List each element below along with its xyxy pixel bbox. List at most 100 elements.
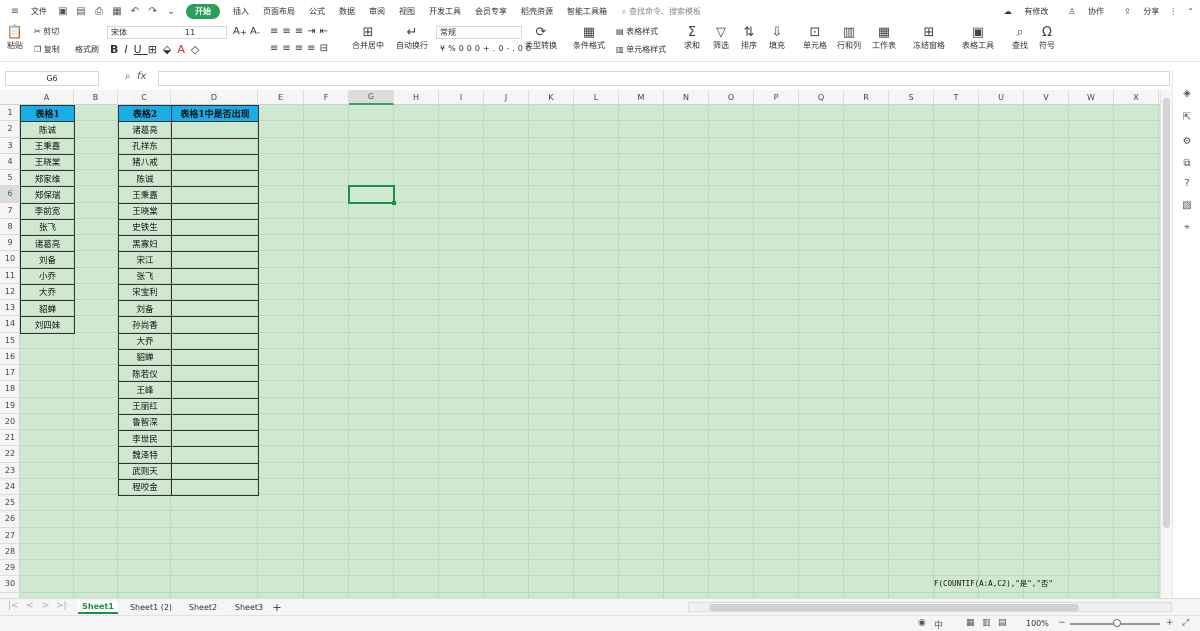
location-icon[interactable]: ⌖ <box>1180 220 1194 234</box>
font-size-select[interactable]: 11 <box>182 26 227 39</box>
fill-color-icon[interactable]: ⬙ <box>163 43 177 56</box>
align-bottom-icon[interactable]: ≡ <box>295 26 307 37</box>
input-method-icon[interactable]: 中 <box>934 618 943 631</box>
row-header[interactable]: 21 <box>0 430 20 447</box>
add-sheet-icon[interactable]: + <box>270 601 284 614</box>
table2-cell[interactable]: 猪八戒 <box>118 153 172 171</box>
print-preview-icon[interactable]: ▦ <box>110 4 124 18</box>
next-sheet-icon[interactable]: > <box>42 601 50 611</box>
align-left-icon[interactable]: ≡ <box>270 43 282 54</box>
row-header[interactable]: 28 <box>0 544 20 560</box>
tab-start[interactable]: 开始 <box>186 3 220 19</box>
table1-header-cell[interactable]: 表格1 <box>20 105 75 123</box>
active-cell[interactable] <box>348 185 396 205</box>
collapse-icon[interactable]: ⌃ <box>1187 7 1194 16</box>
number-format-group[interactable]: ¥ % 000 +.0 -.00 <box>440 44 534 53</box>
image-icon[interactable]: ▧ <box>1180 198 1194 212</box>
eye-icon[interactable]: ◉ <box>918 618 926 628</box>
table1-cell[interactable]: 王晓棠 <box>20 153 75 171</box>
bold-icon[interactable]: B <box>110 43 124 56</box>
tab-smart-tools[interactable]: 智能工具箱 <box>560 6 614 17</box>
appears-result-cell[interactable] <box>171 121 259 139</box>
column-header[interactable]: F <box>304 90 349 105</box>
table1-cell[interactable]: 刘四妹 <box>20 316 75 334</box>
column-header[interactable]: Q <box>799 90 844 105</box>
row-header[interactable]: 27 <box>0 528 20 544</box>
appears-result-cell[interactable] <box>171 137 259 155</box>
table2-header-cell[interactable]: 表格2 <box>118 105 172 123</box>
redo-icon[interactable]: ↷ <box>146 4 160 18</box>
row-header[interactable]: 2 <box>0 121 20 138</box>
normal-view-icon[interactable]: ▦ <box>966 618 975 628</box>
row-header[interactable]: 12 <box>0 284 20 300</box>
horizontal-scroll-thumb[interactable] <box>709 604 1079 611</box>
appears-result-cell[interactable] <box>171 446 259 464</box>
indent-icon[interactable]: ⇥ <box>307 26 319 37</box>
appears-result-cell[interactable] <box>171 478 259 496</box>
column-header[interactable]: K <box>529 90 574 105</box>
page-break-view-icon[interactable]: ▤ <box>998 618 1007 628</box>
column-header[interactable]: P <box>754 90 799 105</box>
thousands-icon[interactable]: 000 <box>459 44 483 53</box>
appears-result-cell[interactable] <box>171 300 259 318</box>
tab-page-layout[interactable]: 页面布局 <box>256 6 302 17</box>
appears-result-cell[interactable] <box>171 316 259 334</box>
row-header[interactable]: 30 <box>0 576 20 593</box>
sheet-tab-1[interactable]: Sheet1 <box>78 601 118 614</box>
table2-cell[interactable]: 王晓棠 <box>118 202 172 220</box>
table1-cell[interactable]: 貂蝉 <box>20 300 75 318</box>
align-horizontal-group[interactable]: ≡ ≡ ≡ ≡ ⊟ <box>270 43 332 54</box>
column-header[interactable]: G <box>349 90 394 105</box>
tab-view[interactable]: 视图 <box>392 6 422 17</box>
wrap-text-button[interactable]: ↵ 自动换行 <box>396 24 428 51</box>
vertical-scroll-thumb[interactable] <box>1163 98 1170 528</box>
table2-cell[interactable]: 王峰 <box>118 381 172 399</box>
command-search[interactable]: ⌕ 查找命令、搜索模板 <box>614 6 701 17</box>
symbol-button[interactable]: Ω 符号 <box>1038 24 1056 51</box>
vertical-scrollbar[interactable] <box>1160 90 1172 598</box>
number-format-select[interactable]: 常规 <box>436 26 522 39</box>
appears-result-cell[interactable] <box>171 348 259 366</box>
decimal-increase-icon[interactable]: +.0 <box>483 44 506 53</box>
table2-cell[interactable]: 宋江 <box>118 251 172 269</box>
align-right-icon[interactable]: ≡ <box>295 43 307 54</box>
table2-cell[interactable]: 史铁生 <box>118 218 172 236</box>
table2-cell[interactable]: 李世民 <box>118 430 172 448</box>
row-header[interactable]: 25 <box>0 495 20 512</box>
row-header[interactable]: 5 <box>0 170 20 187</box>
distribute-icon[interactable]: ⊟ <box>320 43 332 54</box>
underline-icon[interactable]: U <box>134 43 148 56</box>
row-header[interactable]: 26 <box>0 511 20 528</box>
row-header[interactable]: 17 <box>0 365 20 382</box>
column-header[interactable]: O <box>709 90 754 105</box>
appears-result-cell[interactable] <box>171 251 259 269</box>
align-top-icon[interactable]: ≡ <box>270 26 282 37</box>
tab-data[interactable]: 数据 <box>332 6 362 17</box>
table2-cell[interactable]: 孔祥东 <box>118 137 172 155</box>
row-header[interactable]: 9 <box>0 235 20 252</box>
appears-result-cell[interactable] <box>171 153 259 171</box>
name-box[interactable]: G6 <box>5 71 99 86</box>
appears-result-cell[interactable] <box>171 218 259 236</box>
table1-cell[interactable]: 小乔 <box>20 267 75 285</box>
align-middle-icon[interactable]: ≡ <box>282 26 294 37</box>
column-header[interactable]: A <box>20 90 74 105</box>
appears-result-cell[interactable] <box>171 186 259 204</box>
outdent-icon[interactable]: ⇤ <box>320 26 332 37</box>
export-pdf-icon[interactable]: ▤ <box>74 4 88 18</box>
sum-button[interactable]: Σ 求和 <box>683 24 701 51</box>
row-header[interactable]: 13 <box>0 300 20 317</box>
column-header[interactable]: B <box>74 90 118 105</box>
row-header[interactable]: 24 <box>0 479 20 495</box>
fit-window-icon[interactable]: ⤢ <box>1182 618 1189 628</box>
row-header[interactable]: 14 <box>0 316 20 333</box>
column-header[interactable]: D <box>171 90 258 105</box>
table1-cell[interactable]: 陈诚 <box>20 121 75 139</box>
paste-button[interactable]: 📋 粘贴 <box>6 24 24 51</box>
table1-cell[interactable]: 大乔 <box>20 283 75 301</box>
copy-button[interactable]: ❐ 复制 <box>34 44 60 55</box>
tab-developer[interactable]: 开发工具 <box>422 6 468 17</box>
select-icon[interactable]: ⇱ <box>1180 110 1194 124</box>
type-convert-button[interactable]: ⟳ 类型转换 <box>525 24 557 51</box>
row-header[interactable]: 3 <box>0 138 20 154</box>
